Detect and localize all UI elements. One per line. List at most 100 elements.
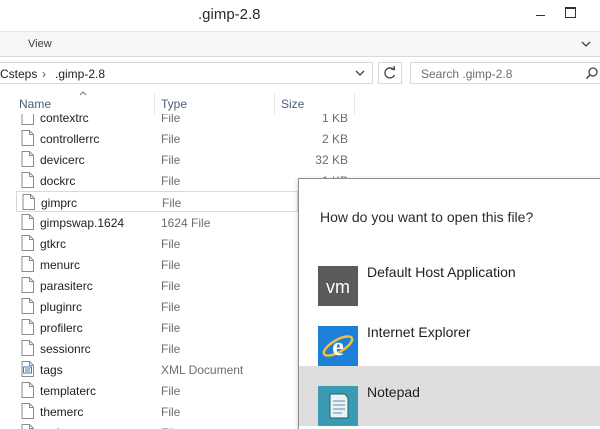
file-row[interactable]: gtkrc File	[16, 233, 298, 254]
file-type: File	[161, 300, 181, 314]
file-row[interactable]: sessionrc File	[16, 338, 298, 359]
file-type: File	[161, 405, 181, 419]
svg-text:e: e	[332, 332, 344, 361]
file-type: File	[161, 153, 181, 167]
app-option-label: Internet Explorer	[367, 324, 471, 340]
maximize-button[interactable]	[560, 4, 582, 20]
file-row[interactable]: themerc File	[16, 401, 298, 422]
xml-file-icon	[21, 361, 34, 377]
file-icon	[21, 114, 34, 125]
column-divider[interactable]	[154, 94, 155, 114]
file-icon	[21, 130, 34, 146]
file-row[interactable]: pluginrc File	[16, 296, 298, 317]
file-size: 1 KB	[321, 114, 348, 125]
file-type: XML Document	[161, 363, 244, 377]
file-row[interactable]: gimprc File	[16, 191, 298, 212]
file-row[interactable]: tags XML Document	[16, 359, 298, 380]
column-divider[interactable]	[274, 94, 275, 114]
file-type: File	[161, 342, 181, 356]
vmware-icon: vm	[318, 266, 358, 306]
breadcrumb-csteps[interactable]: Csteps	[0, 67, 37, 81]
file-icon	[21, 340, 34, 356]
explorer-window: .gimp-2.8 View Csteps › .gimp-2.8 Search…	[0, 0, 600, 429]
file-row[interactable]: contextrc File 1 KB	[16, 114, 348, 128]
file-type: File	[162, 196, 182, 210]
chevron-down-icon[interactable]	[349, 63, 371, 83]
file-name: profilerc	[40, 321, 83, 335]
file-name: sessionrc	[40, 342, 91, 356]
file-icon	[21, 151, 34, 167]
window-title: .gimp-2.8	[198, 6, 261, 23]
file-row[interactable]: profilerc File	[16, 317, 298, 338]
file-name: pluginrc	[40, 300, 83, 314]
sort-ascending-icon	[79, 91, 87, 96]
file-type: File	[161, 237, 181, 251]
app-option-notepad[interactable]: Notepad	[299, 366, 600, 426]
column-header-name[interactable]: Name	[19, 97, 51, 111]
file-icon	[21, 172, 34, 188]
file-name: gtkrc	[40, 237, 67, 251]
column-header-type[interactable]: Type	[161, 97, 187, 111]
file-icon	[21, 214, 34, 230]
file-name: templaterc	[40, 384, 97, 398]
file-type: File	[161, 174, 181, 188]
tab-view[interactable]: View	[28, 38, 52, 50]
file-name: menurc	[40, 258, 81, 272]
file-size: 32 KB	[315, 153, 348, 167]
file-type: 1624 File	[161, 216, 211, 230]
file-row[interactable]: templaterc File	[16, 380, 298, 401]
file-name: gimprc	[41, 196, 78, 210]
search-icon[interactable]	[585, 66, 599, 80]
search-box[interactable]: Search .gimp-2.8	[410, 62, 600, 84]
file-row[interactable]: controllerrc File 2 KB	[16, 128, 348, 149]
app-option-label: Default Host Application	[367, 264, 516, 280]
file-name: themerc	[40, 405, 84, 419]
refresh-icon	[384, 65, 396, 79]
file-row[interactable]: devicerc File 32 KB	[16, 149, 348, 170]
file-name: tags	[40, 363, 63, 377]
open-with-dialog: How do you want to open this file? vm De…	[298, 178, 600, 429]
file-row[interactable]: menurc File	[16, 254, 298, 275]
file-name: parasiterc	[40, 279, 93, 293]
breadcrumb-separator: ›	[42, 67, 46, 81]
file-type: File	[161, 321, 181, 335]
file-type: File	[161, 114, 181, 125]
file-name: contextrc	[40, 114, 89, 125]
file-icon	[21, 256, 34, 272]
file-icon	[21, 403, 34, 419]
search-placeholder: Search .gimp-2.8	[421, 67, 513, 81]
file-icon	[21, 277, 34, 293]
column-divider[interactable]	[354, 94, 355, 114]
dialog-question: How do you want to open this file?	[320, 209, 534, 225]
refresh-button[interactable]	[378, 62, 402, 84]
file-name: dockrc	[40, 174, 76, 188]
app-option-default-host[interactable]: vm Default Host Application	[299, 246, 600, 306]
minimize-button[interactable]	[530, 4, 552, 20]
file-type: File	[161, 279, 181, 293]
file-icon	[22, 194, 35, 210]
column-header-size[interactable]: Size	[281, 97, 304, 111]
chevron-down-icon[interactable]	[580, 39, 592, 49]
file-row[interactable]: toolrcFile	[16, 422, 298, 429]
file-icon	[21, 424, 34, 429]
file-size: 2 KB	[321, 132, 348, 146]
file-name: devicerc	[40, 153, 85, 167]
file-row[interactable]: parasiterc File	[16, 275, 298, 296]
svg-text:vm: vm	[326, 277, 350, 297]
app-option-internet-explorer[interactable]: e Internet Explorer	[299, 306, 600, 366]
file-icon	[21, 298, 34, 314]
notepad-icon	[318, 386, 358, 426]
breadcrumb-current[interactable]: .gimp-2.8	[55, 67, 105, 81]
address-bar[interactable]: Csteps › .gimp-2.8	[0, 62, 373, 84]
file-name: gimpswap.1624	[40, 216, 125, 230]
column-headers: Name Type Size	[0, 88, 600, 114]
internet-explorer-icon: e	[318, 326, 358, 366]
file-type: File	[161, 132, 181, 146]
file-row[interactable]: dockrcFile1 KB	[16, 170, 348, 191]
file-type: File	[161, 384, 181, 398]
file-name: controllerrc	[40, 132, 100, 146]
address-row: Csteps › .gimp-2.8 Search .gimp-2.8	[0, 58, 600, 88]
app-option-label: Notepad	[367, 384, 420, 400]
file-row[interactable]: gimpswap.1624 1624 File	[16, 212, 298, 233]
file-icon	[21, 319, 34, 335]
